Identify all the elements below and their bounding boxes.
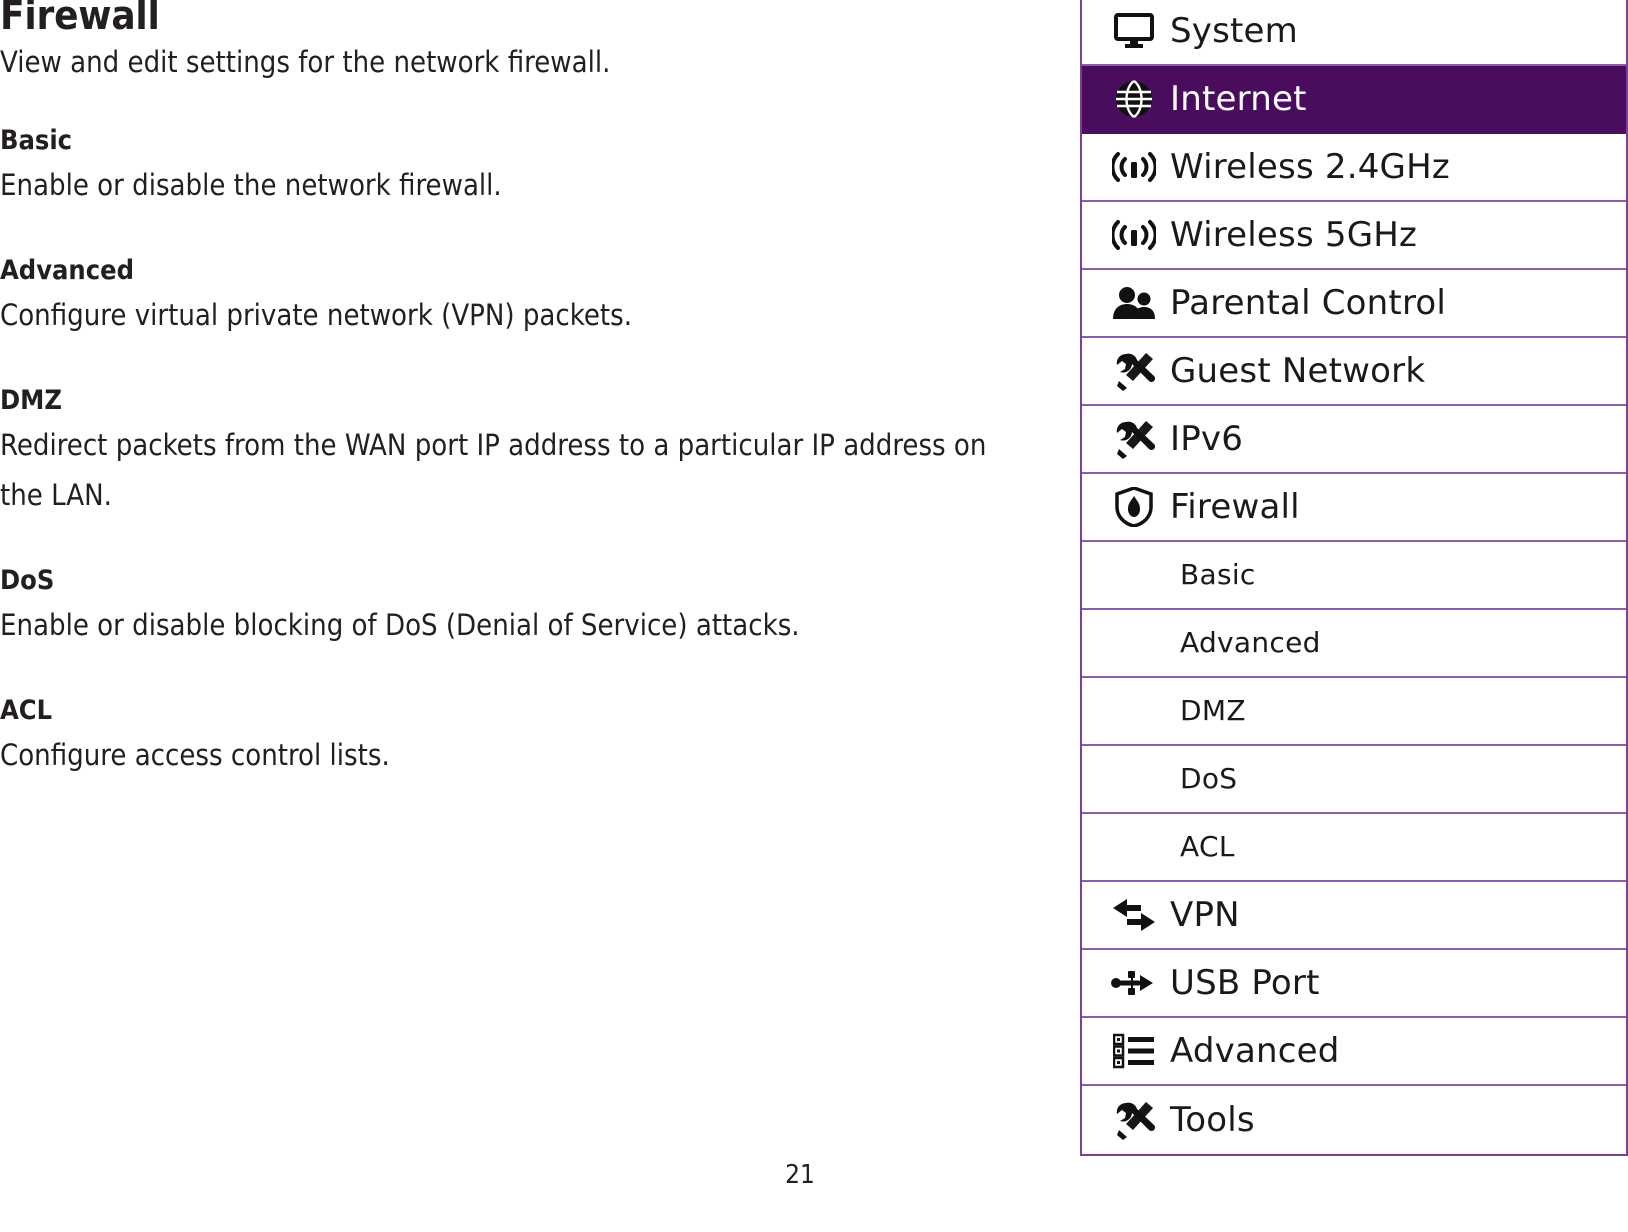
- sidebar-item-ipv6[interactable]: IPv6: [1082, 406, 1626, 474]
- sidebar-item-usb-port[interactable]: USB Port: [1082, 950, 1626, 1018]
- section-basic: Basic Enable or disable the network fire…: [0, 125, 1040, 210]
- section-body: Configure virtual private network (VPN) …: [0, 298, 632, 332]
- usb-icon: [1106, 969, 1162, 997]
- section-heading: DoS: [0, 565, 55, 596]
- exchange-arrows-icon: [1106, 897, 1162, 933]
- sidebar-item-system[interactable]: System: [1082, 0, 1626, 66]
- section-body: Redirect packets from the WAN port IP ad…: [0, 428, 987, 512]
- sidebar-item-guest-network[interactable]: Guest Network: [1082, 338, 1626, 406]
- shield-flame-icon: [1106, 487, 1162, 527]
- sidebar-item-label: Advanced: [1170, 1031, 1340, 1071]
- sidebar-item-dmz[interactable]: DMZ: [1082, 678, 1626, 746]
- sidebar-item-label: Internet: [1170, 79, 1307, 119]
- sidebar-item-label: Wireless 2.4GHz: [1170, 147, 1450, 187]
- wireless-signal-icon: [1106, 218, 1162, 252]
- list-icon: [1106, 1033, 1162, 1069]
- sidebar-item-label: System: [1170, 11, 1298, 51]
- section-heading: Basic: [0, 125, 73, 156]
- wireless-signal-icon: [1106, 150, 1162, 184]
- tools-icon: [1106, 351, 1162, 391]
- sidebar-item-label: VPN: [1170, 895, 1240, 935]
- globe-icon: [1106, 79, 1162, 119]
- section-advanced: Advanced Configure virtual private netwo…: [0, 255, 1040, 340]
- section-body: Enable or disable the network firewall.: [0, 168, 502, 202]
- sidebar-item-advanced[interactable]: Advanced: [1082, 1018, 1626, 1086]
- page-intro: View and edit settings for the network f…: [0, 45, 611, 79]
- sidebar-item-label: Advanced: [1180, 626, 1321, 659]
- sidebar-item-label: Guest Network: [1170, 351, 1426, 391]
- sidebar-item-label: USB Port: [1170, 963, 1320, 1003]
- section-acl: ACL Configure access control lists.: [0, 695, 1040, 780]
- sidebar-item-internet[interactable]: Internet: [1082, 66, 1626, 134]
- sidebar-item-label: Parental Control: [1170, 283, 1447, 323]
- sidebar-item-advanced[interactable]: Advanced: [1082, 610, 1626, 678]
- document-body: Firewall View and edit settings for the …: [0, 0, 1040, 1232]
- sidebar-item-wireless-2-4ghz[interactable]: Wireless 2.4GHz: [1082, 134, 1626, 202]
- section-heading: DMZ: [0, 385, 62, 416]
- tools-icon: [1106, 1100, 1162, 1140]
- section-heading: ACL: [0, 695, 53, 726]
- sidebar-item-acl[interactable]: ACL: [1082, 814, 1626, 882]
- monitor-icon: [1106, 13, 1162, 49]
- sidebar-item-label: Firewall: [1170, 487, 1300, 527]
- sidebar-item-wireless-5ghz[interactable]: Wireless 5GHz: [1082, 202, 1626, 270]
- people-icon: [1106, 286, 1162, 320]
- section-body: Configure access control lists.: [0, 738, 390, 772]
- sidebar-item-label: DoS: [1180, 762, 1238, 795]
- sidebar-item-label: Wireless 5GHz: [1170, 215, 1418, 255]
- section-heading: Advanced: [0, 255, 134, 286]
- tools-icon: [1106, 419, 1162, 459]
- section-dmz: DMZ Redirect packets from the WAN port I…: [0, 385, 1040, 520]
- section-dos: DoS Enable or disable blocking of DoS (D…: [0, 565, 1040, 650]
- page-title: Firewall: [0, 0, 160, 39]
- sidebar-item-tools[interactable]: Tools: [1082, 1086, 1626, 1154]
- sidebar-item-vpn[interactable]: VPN: [1082, 882, 1626, 950]
- sidebar-item-dos[interactable]: DoS: [1082, 746, 1626, 814]
- sidebar-item-parental-control[interactable]: Parental Control: [1082, 270, 1626, 338]
- page-number: 21: [785, 1160, 815, 1190]
- sidebar-item-label: DMZ: [1180, 694, 1246, 727]
- section-body: Enable or disable blocking of DoS (Denia…: [0, 608, 800, 642]
- sidebar-item-label: Basic: [1180, 558, 1256, 591]
- sidebar-item-basic[interactable]: Basic: [1082, 542, 1626, 610]
- sidebar-item-label: ACL: [1180, 830, 1235, 863]
- sidebar-item-label: IPv6: [1170, 419, 1244, 459]
- router-navigation-sidebar: System Internet Wireless 2.4GHz Wireless 5G…: [1080, 0, 1628, 1156]
- sidebar-item-firewall[interactable]: Firewall: [1082, 474, 1626, 542]
- sidebar-item-label: Tools: [1170, 1100, 1255, 1140]
